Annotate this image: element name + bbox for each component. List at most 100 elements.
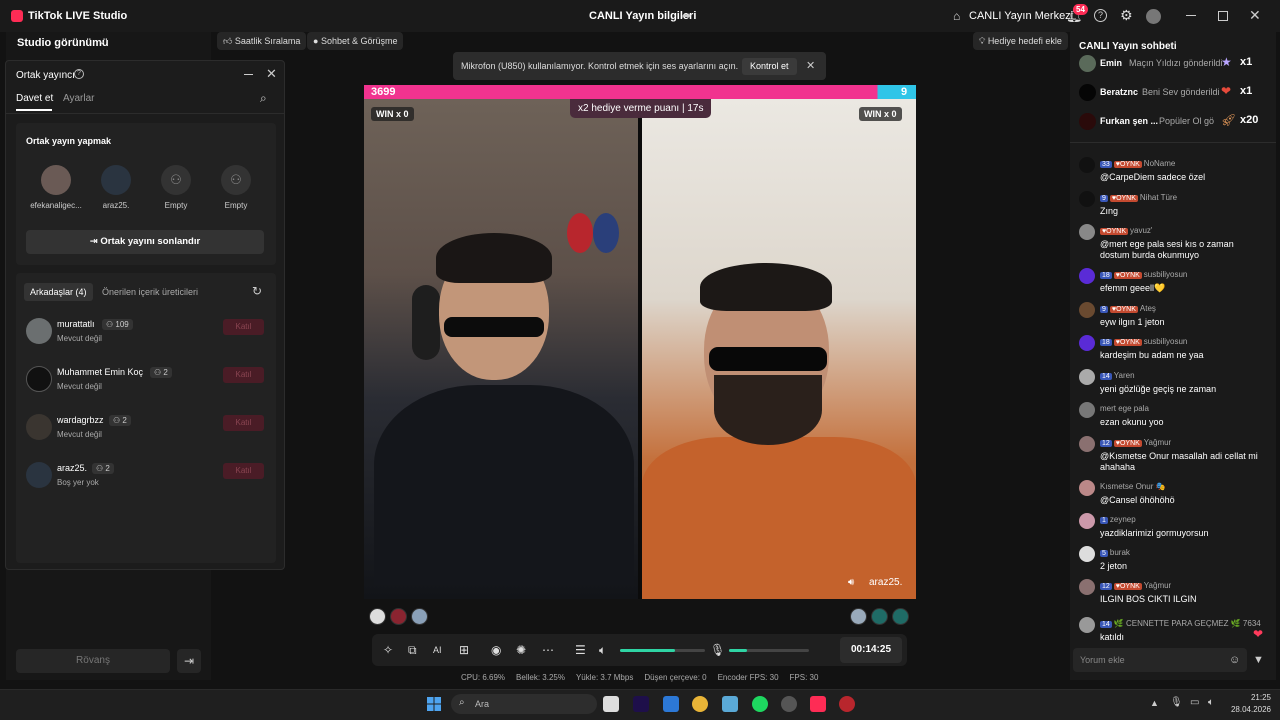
message-user[interactable]: Yaren [1114, 371, 1135, 380]
avatar[interactable] [1146, 9, 1161, 24]
join-button[interactable]: Katıl [223, 463, 264, 479]
gift-goal-chip[interactable]: 💡︎ Hediye hedefi ekle [973, 32, 1068, 50]
spotify-icon[interactable] [752, 696, 768, 712]
avatar[interactable] [1079, 369, 1095, 385]
message-user[interactable]: burak [1110, 548, 1130, 557]
cohost-slot[interactable]: araz25. [86, 165, 146, 210]
join-button[interactable]: Katıl [223, 367, 264, 383]
help-icon[interactable]: ? [1094, 9, 1107, 22]
chevron-down-icon[interactable]: ⌄ [98, 36, 106, 47]
message-user[interactable]: Ateş [1140, 304, 1156, 313]
avatar[interactable] [1079, 436, 1095, 452]
avatar[interactable] [1079, 302, 1095, 318]
layout-icon[interactable]: ⧉ [408, 643, 417, 658]
avatar[interactable] [1079, 335, 1095, 351]
tab-invite[interactable]: Davet et [16, 93, 53, 104]
message-user[interactable]: NoName [1144, 159, 1176, 168]
home-icon[interactable]: ⌂ [953, 9, 960, 23]
message-user[interactable]: zeynep [1110, 515, 1136, 524]
rematch-button[interactable]: Rövanş [16, 649, 170, 673]
seat-icon[interactable] [892, 608, 909, 625]
viewer-avatar[interactable] [369, 608, 386, 625]
minimize-button[interactable] [1186, 15, 1196, 16]
cohost-slot-empty[interactable]: ⚇ Empty [206, 165, 266, 210]
message-user[interactable]: Yağmur [1144, 581, 1171, 590]
guest-avatar[interactable] [850, 608, 867, 625]
chevron-up-icon[interactable]: ▲ [1150, 698, 1159, 708]
avatar[interactable] [1079, 513, 1095, 529]
avatar[interactable] [1079, 480, 1095, 496]
share-icon[interactable]: ➦ [682, 9, 691, 22]
live-center-link[interactable]: CANLI Yayın Merkezi [969, 10, 1073, 22]
volume-icon[interactable]: 🔈︎ [1208, 697, 1214, 708]
chat-call-chip[interactable]: ● Sohbet & Görüşme [307, 32, 404, 50]
avatar[interactable] [1079, 191, 1095, 207]
ai-icon[interactable]: AI [433, 645, 442, 655]
end-cohost-button[interactable]: ⇥ Ortak yayını sonlandır [26, 230, 264, 254]
message-user[interactable]: susbiliyosun [1144, 270, 1188, 279]
viewer-avatar[interactable] [390, 608, 407, 625]
message-user[interactable]: yavuz' [1130, 226, 1152, 235]
minimize-button[interactable] [244, 74, 253, 75]
speaker-icon[interactable]: 🔊︎ [848, 577, 854, 588]
more-icon[interactable]: ⋯ [542, 643, 554, 657]
media-player-icon[interactable] [839, 696, 855, 712]
join-button[interactable]: Katıl [223, 415, 264, 431]
cohost-slot-empty[interactable]: ⚇ Empty [146, 165, 206, 210]
message-user[interactable]: Nihat Türe [1140, 193, 1177, 202]
help-icon[interactable]: ? [74, 69, 84, 79]
studio-view-label[interactable]: Studio görünümü [17, 37, 109, 49]
magic-wand-icon[interactable]: ✧ [383, 643, 393, 657]
search-icon[interactable]: ⌕ [260, 91, 267, 106]
chrome-icon[interactable] [692, 696, 708, 712]
cohost-slot[interactable]: efekanaligec... [26, 165, 86, 210]
filter-icon[interactable]: ▼ [1253, 654, 1264, 666]
message-user[interactable]: 🌿 CENNETTE PARA GEÇMEZ 🌿 7634 [1114, 619, 1261, 628]
volume-icon[interactable]: 🔈︎ [599, 643, 606, 658]
message-user[interactable]: susbiliyosun [1144, 337, 1188, 346]
settings-app-icon[interactable] [722, 696, 738, 712]
avatar[interactable] [1079, 402, 1095, 418]
message-user[interactable]: mert ege pala [1100, 404, 1149, 413]
avatar[interactable] [1079, 617, 1095, 633]
check-button[interactable]: Kontrol et [742, 58, 797, 75]
avatar[interactable] [1079, 546, 1095, 562]
tab-suggested[interactable]: Önerilen içerik üreticileri [102, 287, 198, 297]
heart-icon[interactable]: ❤ [1253, 627, 1263, 641]
record-icon[interactable]: ◉ [491, 643, 501, 657]
live-info-title[interactable]: CANLI Yayın bilgileri [589, 10, 696, 22]
effects-icon[interactable]: ✺ [516, 643, 526, 657]
avatar[interactable] [1079, 157, 1095, 173]
monitor-icon[interactable]: ▭ [1190, 697, 1199, 708]
viewer-avatar[interactable] [411, 608, 428, 625]
mic-icon[interactable]: 🎙︎ [710, 643, 725, 657]
message-user[interactable]: Kısmetse Onur 🎭 [1100, 482, 1166, 491]
close-button[interactable]: ✕ [1249, 7, 1261, 24]
mic-icon[interactable]: 🎙︎ [1170, 697, 1183, 708]
taskbar-search[interactable] [451, 694, 597, 714]
mixer-icon[interactable]: ☰ [575, 643, 586, 657]
close-icon[interactable]: ✕ [806, 59, 815, 72]
add-source-icon[interactable]: ⊞ [459, 643, 469, 657]
hourly-ranking-chip[interactable]: 👍︎ Saatlik Sıralama [217, 32, 307, 50]
tab-settings[interactable]: Ayarlar [63, 93, 95, 104]
close-icon[interactable]: ✕ [266, 66, 277, 82]
gear-icon[interactable]: ⚙ [1120, 7, 1133, 24]
emoji-icon[interactable]: ☺ [1229, 654, 1240, 666]
after-effects-icon[interactable] [633, 696, 649, 712]
tiktok-icon[interactable] [810, 696, 826, 712]
tab-friends[interactable]: Arkadaşlar (4) [24, 283, 93, 301]
avatar[interactable] [1079, 268, 1095, 284]
windows-start-icon[interactable] [427, 697, 441, 711]
message-user[interactable]: Yağmur [1144, 438, 1171, 447]
refresh-icon[interactable]: ↻ [252, 284, 262, 298]
maximize-button[interactable] [1218, 11, 1228, 21]
avatar[interactable] [1079, 224, 1095, 240]
app-icon[interactable] [781, 696, 797, 712]
exit-icon[interactable]: ⇥ [177, 649, 201, 673]
seat-icon[interactable] [871, 608, 888, 625]
file-explorer-icon[interactable] [603, 696, 619, 712]
outlook-icon[interactable] [663, 696, 679, 712]
join-button[interactable]: Katıl [223, 319, 264, 335]
avatar[interactable] [1079, 579, 1095, 595]
